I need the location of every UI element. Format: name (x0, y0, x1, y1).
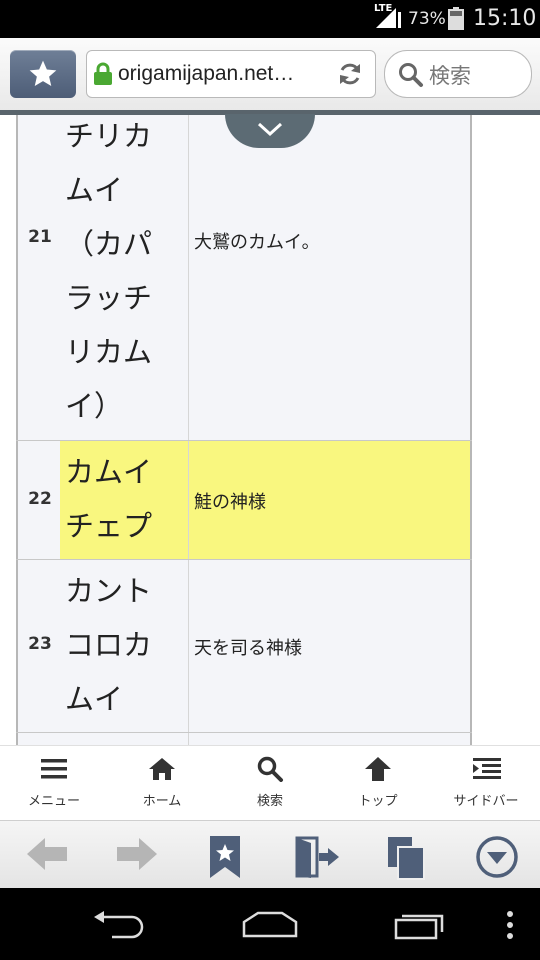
search-box[interactable]: 検索 (384, 50, 532, 98)
nav-label: メニュー (27, 794, 80, 809)
recents-icon (394, 914, 444, 940)
row-name: カントコロカムイ (65, 574, 153, 716)
row-number: 23 (28, 634, 52, 654)
overflow-icon (507, 911, 513, 939)
android-back-button[interactable] (70, 888, 170, 960)
battery-icon (448, 7, 464, 30)
back-button[interactable] (5, 821, 85, 889)
nav-search-button[interactable]: 検索 (216, 746, 324, 820)
table-row: 21 チリカムイ（カパラッチリカムイ） 大鷲のカムイ。 (16, 115, 472, 441)
row-description-cell (189, 733, 472, 745)
row-name-cell: チリカムイ（カパラッチリカムイ） (60, 115, 189, 440)
search-placeholder: 検索 (429, 64, 471, 88)
table-row-partial (16, 733, 472, 745)
tabs-button[interactable] (365, 821, 445, 889)
menu-down-icon (476, 836, 518, 878)
bookmarks-button[interactable] (185, 821, 265, 889)
row-number-cell: 21 (16, 115, 61, 440)
android-nav-bar (0, 888, 540, 960)
row-number: 21 (28, 227, 52, 247)
row-description: 天を司る神様 (194, 638, 302, 659)
search-icon (257, 756, 283, 782)
home-outline-icon (242, 911, 298, 938)
back-icon (94, 911, 144, 939)
arrow-up-icon (365, 757, 391, 781)
row-number-cell (16, 733, 61, 745)
row-description-cell: 大鷲のカムイ。 (189, 115, 472, 440)
row-name: カムイチェプ (65, 455, 153, 543)
more-menu-button[interactable] (455, 821, 535, 889)
search-icon (399, 63, 423, 87)
bookmark-button[interactable] (10, 50, 76, 98)
table-row-highlighted: 22 カムイチェプ 鮭の神様 (16, 441, 472, 560)
row-name-cell: カントコロカムイ (60, 560, 189, 732)
row-description-cell: 鮭の神様 (189, 441, 472, 559)
home-icon (149, 758, 175, 780)
status-bar: LTE 73% 15:10 (0, 0, 540, 38)
row-name: チリカムイ（カパラッチリカムイ） (65, 119, 153, 423)
back-arrow-icon (27, 838, 67, 870)
nav-home-button[interactable]: ホーム (108, 746, 216, 820)
site-bottom-nav: メニュー ホーム 検索 トップ サイドバー (0, 745, 540, 820)
exit-icon (295, 836, 339, 878)
forward-button[interactable] (95, 821, 175, 889)
table-row: 23 カントコロカムイ 天を司る神様 (16, 560, 472, 733)
row-name-cell (60, 733, 189, 745)
row-name-cell: カムイチェプ (60, 441, 189, 559)
tabs-icon (388, 837, 425, 880)
row-description: 鮭の神様 (194, 492, 266, 513)
chevron-down-icon (257, 122, 283, 137)
lock-icon (94, 62, 112, 85)
android-home-button[interactable] (220, 888, 320, 960)
row-description: 大鷲のカムイ。 (194, 232, 320, 253)
row-number: 22 (28, 489, 52, 509)
nav-sidebar-button[interactable]: サイドバー (432, 746, 540, 820)
menu-icon (41, 759, 67, 779)
nav-top-button[interactable]: トップ (324, 746, 432, 820)
nav-label: トップ (358, 794, 398, 809)
signal-icon (376, 8, 401, 28)
browser-bottom-bar (0, 820, 540, 889)
sidebar-icon (473, 758, 501, 779)
content-area: 21 チリカムイ（カパラッチリカムイ） 大鷲のカムイ。 22 カムイチェプ 鮭の… (0, 115, 540, 745)
bookmark-icon (210, 836, 240, 878)
url-text: origamijapan.net… (118, 62, 295, 85)
nav-label: サイドバー (453, 794, 519, 809)
row-number-cell: 22 (16, 441, 61, 559)
battery-percent: 73% (408, 9, 446, 29)
row-description-cell: 天を司る神様 (189, 560, 472, 732)
browser-toolbar: origamijapan.net… 検索 (0, 38, 540, 110)
exit-button[interactable] (275, 821, 355, 889)
nav-label: 検索 (256, 794, 283, 809)
android-overflow-button[interactable] (490, 888, 530, 960)
address-bar[interactable]: origamijapan.net… (86, 50, 376, 98)
android-recents-button[interactable] (370, 888, 470, 960)
clock: 15:10 (473, 6, 537, 31)
row-number-cell: 23 (16, 560, 61, 732)
nav-label: ホーム (142, 794, 182, 809)
star-icon (29, 60, 57, 86)
reload-icon[interactable] (335, 59, 365, 89)
nav-menu-button[interactable]: メニュー (0, 746, 108, 820)
forward-arrow-icon (117, 838, 157, 870)
